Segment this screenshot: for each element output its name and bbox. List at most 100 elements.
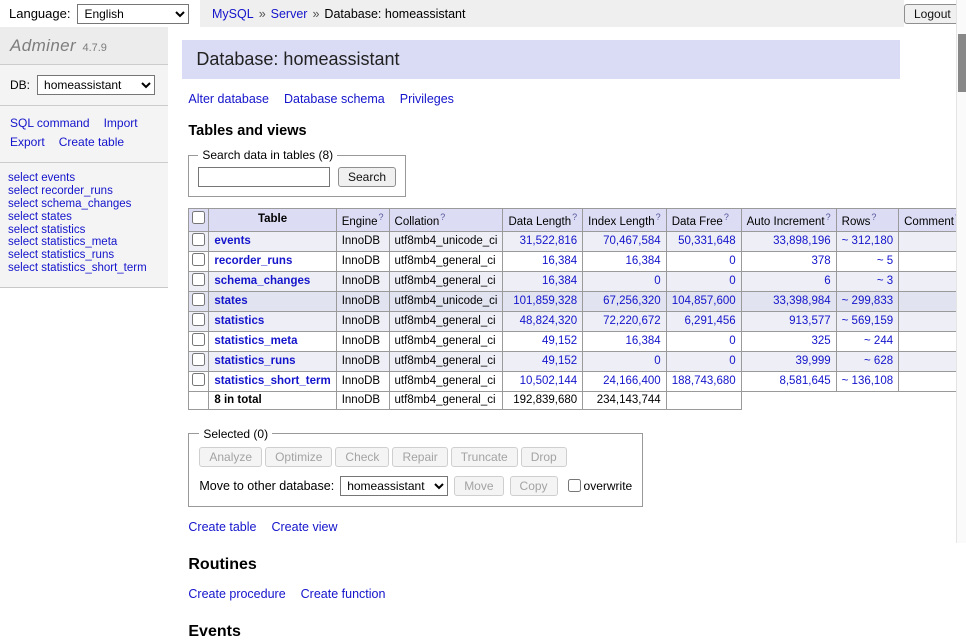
row-checkbox-schema_changes[interactable] [192, 273, 205, 286]
rows-link[interactable]: ~ 3 [877, 275, 893, 287]
row-checkbox-states[interactable] [192, 293, 205, 306]
data_free-link[interactable]: 104,857,600 [672, 295, 736, 307]
sidebar-select-schema-changes[interactable]: select schema_changes [8, 198, 160, 211]
rows-link[interactable]: ~ 312,180 [842, 235, 893, 247]
row-checkbox-statistics_short_term[interactable] [192, 373, 205, 386]
search-input[interactable] [198, 167, 330, 187]
data_length-link[interactable]: 101,859,328 [513, 295, 577, 307]
data_length-link[interactable]: 48,824,320 [520, 315, 578, 327]
index_length-link[interactable]: 70,467,584 [603, 235, 661, 247]
sidebar-link-import[interactable]: Import [104, 116, 138, 130]
adminer-logo[interactable]: Adminer 4.7.9 [0, 27, 168, 65]
truncate-button[interactable]: Truncate [451, 447, 518, 467]
table-link-statistics_short_term[interactable]: statistics_short_term [214, 375, 330, 387]
breadcrumb-mysql-link[interactable]: MySQL [212, 7, 254, 21]
rows-link[interactable]: ~ 5 [877, 255, 893, 267]
data_free-link[interactable]: 0 [729, 355, 735, 367]
data_length-link[interactable]: 10,502,144 [520, 375, 578, 387]
logout-button[interactable]: Logout [904, 4, 961, 24]
move-button[interactable]: Move [454, 476, 503, 496]
auto_increment-link[interactable]: 913,577 [789, 315, 831, 327]
auto_increment-link[interactable]: 378 [811, 255, 830, 267]
rows-link[interactable]: ~ 569,159 [842, 315, 893, 327]
data_free-link[interactable]: 0 [729, 335, 735, 347]
link-create-table[interactable]: Create table [188, 520, 256, 534]
rows-link[interactable]: ~ 299,833 [842, 295, 893, 307]
repair-button[interactable]: Repair [392, 447, 447, 467]
overwrite-checkbox[interactable] [568, 479, 581, 492]
auto_increment-link[interactable]: 33,398,984 [773, 295, 831, 307]
auto_increment-link[interactable]: 6 [824, 275, 830, 287]
sidebar-link-create-table[interactable]: Create table [59, 135, 124, 149]
adminer-logo-text[interactable]: Adminer [10, 36, 76, 55]
select-all-checkbox[interactable] [192, 211, 205, 224]
data_length-link[interactable]: 16,384 [542, 275, 577, 287]
data_free-link[interactable]: 0 [729, 275, 735, 287]
sidebar-select-states[interactable]: select states [8, 211, 160, 224]
search-button[interactable]: Search [338, 167, 396, 187]
move-db-select[interactable]: homeassistant [340, 476, 448, 496]
data_free-link[interactable]: 188,743,680 [672, 375, 736, 387]
table-link-recorder_runs[interactable]: recorder_runs [214, 255, 292, 267]
help-icon[interactable]: ? [656, 212, 661, 222]
index_length-link[interactable]: 67,256,320 [603, 295, 661, 307]
rows-link[interactable]: ~ 136,108 [842, 375, 893, 387]
data_free-link[interactable]: 0 [729, 255, 735, 267]
table-link-statistics_meta[interactable]: statistics_meta [214, 335, 297, 347]
breadcrumb-server-link[interactable]: Server [271, 7, 308, 21]
help-icon[interactable]: ? [871, 212, 876, 222]
copy-button[interactable]: Copy [510, 476, 558, 496]
optimize-button[interactable]: Optimize [265, 447, 332, 467]
help-icon[interactable]: ? [440, 212, 445, 222]
row-checkbox-events[interactable] [192, 233, 205, 246]
scrollbar-thumb[interactable] [958, 34, 966, 92]
sidebar-link-sql-command[interactable]: SQL command [10, 116, 90, 130]
rows-link[interactable]: ~ 244 [864, 335, 893, 347]
table-link-states[interactable]: states [214, 295, 247, 307]
data_free-link[interactable]: 50,331,648 [678, 235, 736, 247]
help-icon[interactable]: ? [379, 212, 384, 222]
data_length-link[interactable]: 49,152 [542, 355, 577, 367]
data_length-link[interactable]: 49,152 [542, 335, 577, 347]
index_length-link[interactable]: 24,166,400 [603, 375, 661, 387]
row-checkbox-recorder_runs[interactable] [192, 253, 205, 266]
data_length-link[interactable]: 31,522,816 [520, 235, 578, 247]
sidebar-select-recorder-runs[interactable]: select recorder_runs [8, 185, 160, 198]
sidebar-select-statistics-short-term[interactable]: select statistics_short_term [8, 262, 160, 275]
rows-link[interactable]: ~ 628 [864, 355, 893, 367]
sidebar-select-events[interactable]: select events [8, 172, 160, 185]
link-create-procedure[interactable]: Create procedure [188, 587, 285, 601]
table-link-statistics[interactable]: statistics [214, 315, 264, 327]
data_free-link[interactable]: 6,291,456 [684, 315, 735, 327]
analyze-button[interactable]: Analyze [199, 447, 262, 467]
row-checkbox-statistics_meta[interactable] [192, 333, 205, 346]
link-alter-database[interactable]: Alter database [188, 92, 269, 106]
db-select[interactable]: homeassistant [37, 75, 155, 95]
link-privileges[interactable]: Privileges [400, 92, 454, 106]
link-database-schema[interactable]: Database schema [284, 92, 385, 106]
auto_increment-link[interactable]: 39,999 [795, 355, 830, 367]
index_length-link[interactable]: 0 [654, 355, 660, 367]
scrollbar[interactable] [956, 0, 966, 543]
table-link-schema_changes[interactable]: schema_changes [214, 275, 310, 287]
row-checkbox-statistics_runs[interactable] [192, 353, 205, 366]
link-create-view[interactable]: Create view [271, 520, 337, 534]
sidebar-link-export[interactable]: Export [10, 135, 45, 149]
help-icon[interactable]: ? [826, 212, 831, 222]
help-icon[interactable]: ? [572, 212, 577, 222]
index_length-link[interactable]: 16,384 [626, 255, 661, 267]
sidebar-select-statistics[interactable]: select statistics [8, 224, 160, 237]
link-create-function[interactable]: Create function [301, 587, 386, 601]
check-button[interactable]: Check [335, 447, 389, 467]
index_length-link[interactable]: 0 [654, 275, 660, 287]
index_length-link[interactable]: 72,220,672 [603, 315, 661, 327]
auto_increment-link[interactable]: 33,898,196 [773, 235, 831, 247]
sidebar-select-statistics-meta[interactable]: select statistics_meta [8, 236, 160, 249]
index_length-link[interactable]: 16,384 [626, 335, 661, 347]
drop-button[interactable]: Drop [521, 447, 567, 467]
sidebar-select-statistics-runs[interactable]: select statistics_runs [8, 249, 160, 262]
auto_increment-link[interactable]: 325 [811, 335, 830, 347]
auto_increment-link[interactable]: 8,581,645 [779, 375, 830, 387]
table-link-events[interactable]: events [214, 235, 250, 247]
row-checkbox-statistics[interactable] [192, 313, 205, 326]
